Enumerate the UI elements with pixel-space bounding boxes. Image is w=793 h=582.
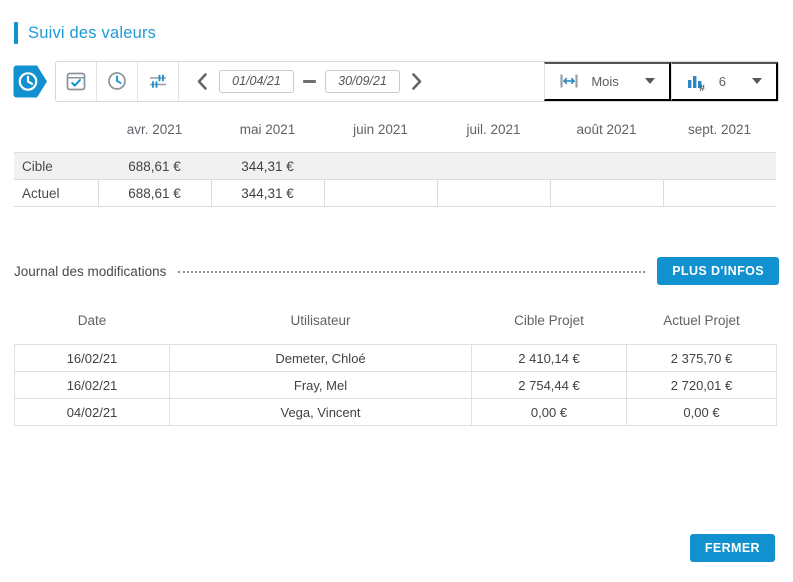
values-table-header-row: avr. 2021 mai 2021 juin 2021 juil. 2021 … [14, 116, 776, 153]
actuel-value-cell[interactable] [550, 180, 663, 207]
column-width-icon [559, 73, 579, 89]
date-from-input[interactable] [219, 70, 294, 93]
month-header: août 2021 [550, 116, 663, 153]
cible-value-cell [324, 153, 437, 180]
journal-table: Date Utilisateur Cible Projet Actuel Pro… [14, 313, 777, 426]
journal-actuel-cell: 2 720,01 € [627, 372, 777, 399]
journal-header-row: Date Utilisateur Cible Projet Actuel Pro… [15, 313, 777, 345]
journal-cible-cell: 2 410,14 € [472, 345, 627, 372]
journal-date-cell: 04/02/21 [15, 399, 170, 426]
month-header: mai 2021 [211, 116, 324, 153]
table-row-actuel: Actuel 688,61 € 344,31 € [14, 180, 776, 207]
actuel-value-cell[interactable] [324, 180, 437, 207]
period-count-value: 6 [719, 74, 726, 89]
row-label-cible: Cible [14, 153, 98, 180]
empty-corner-header [14, 116, 98, 153]
journal-date-cell: 16/02/21 [15, 372, 170, 399]
month-header: avr. 2021 [98, 116, 211, 153]
sliders-icon [147, 70, 169, 92]
journal-row: 16/02/21 Demeter, Chloé 2 410,14 € 2 375… [15, 345, 777, 372]
cible-value-cell [550, 153, 663, 180]
clock-icon [106, 70, 128, 92]
time-phased-view-badge[interactable] [12, 63, 50, 99]
cible-value-cell [663, 153, 776, 180]
journal-column-header: Utilisateur [170, 313, 472, 345]
interval-value: Mois [591, 74, 618, 89]
page-title: Suivi des valeurs [28, 24, 156, 43]
table-row-cible: Cible 688,61 € 344,31 € [14, 153, 776, 180]
journal-user-cell: Vega, Vincent [170, 399, 472, 426]
clock-badge-icon [12, 64, 49, 99]
journal-actuel-cell: 0,00 € [627, 399, 777, 426]
values-table: avr. 2021 mai 2021 juin 2021 juil. 2021 … [14, 116, 776, 207]
journal-section-header: Journal des modifications PLUS D'INFOS [14, 257, 779, 285]
calendar-check-icon [65, 70, 87, 92]
toolbar-row: Mois # 6 [12, 60, 779, 102]
interval-dropdown[interactable]: Mois [544, 62, 670, 101]
cible-value-cell [437, 153, 550, 180]
chevron-right-icon [411, 72, 423, 91]
next-period-button[interactable] [409, 70, 425, 93]
dotted-divider [178, 271, 645, 273]
journal-title: Journal des modifications [14, 264, 166, 279]
plus-dinfos-button[interactable]: PLUS D'INFOS [657, 257, 779, 285]
suivi-des-valeurs-dialog: Suivi des valeurs [0, 0, 793, 582]
time-view-button[interactable] [97, 62, 138, 101]
journal-actuel-cell: 2 375,70 € [627, 345, 777, 372]
bar-chart-count-icon: # [686, 72, 707, 91]
chevron-down-icon [752, 78, 762, 84]
date-range-dash [303, 80, 316, 83]
actuel-value-cell[interactable]: 688,61 € [98, 180, 211, 207]
journal-date-cell: 16/02/21 [15, 345, 170, 372]
journal-cible-cell: 2 754,44 € [472, 372, 627, 399]
chevron-left-icon [196, 72, 208, 91]
actuel-value-cell[interactable] [437, 180, 550, 207]
month-header: sept. 2021 [663, 116, 776, 153]
journal-column-header: Cible Projet [472, 313, 627, 345]
dialog-footer: FERMER [690, 534, 775, 562]
title-accent-bar [14, 22, 18, 44]
month-header: juil. 2021 [437, 116, 550, 153]
journal-user-cell: Demeter, Chloé [170, 345, 472, 372]
previous-period-button[interactable] [194, 70, 210, 93]
calendar-view-button[interactable] [56, 62, 97, 101]
period-count-dropdown[interactable]: # 6 [671, 62, 778, 101]
journal-user-cell: Fray, Mel [170, 372, 472, 399]
chevron-down-icon [645, 78, 655, 84]
month-header: juin 2021 [324, 116, 437, 153]
cible-value-cell: 344,31 € [211, 153, 324, 180]
journal-column-header: Actuel Projet [627, 313, 777, 345]
date-range-nav [179, 70, 440, 93]
settings-view-button[interactable] [138, 62, 179, 101]
cible-value-cell: 688,61 € [98, 153, 211, 180]
toolbar: Mois # 6 [55, 61, 779, 102]
actuel-value-cell[interactable] [663, 180, 776, 207]
svg-text:#: # [699, 83, 705, 91]
fermer-button[interactable]: FERMER [690, 534, 775, 562]
journal-row: 04/02/21 Vega, Vincent 0,00 € 0,00 € [15, 399, 777, 426]
date-to-input[interactable] [325, 70, 400, 93]
title-row: Suivi des valeurs [14, 22, 779, 44]
journal-cible-cell: 0,00 € [472, 399, 627, 426]
journal-column-header: Date [15, 313, 170, 345]
actuel-value-cell[interactable]: 344,31 € [211, 180, 324, 207]
journal-row: 16/02/21 Fray, Mel 2 754,44 € 2 720,01 € [15, 372, 777, 399]
row-label-actuel: Actuel [14, 180, 98, 207]
